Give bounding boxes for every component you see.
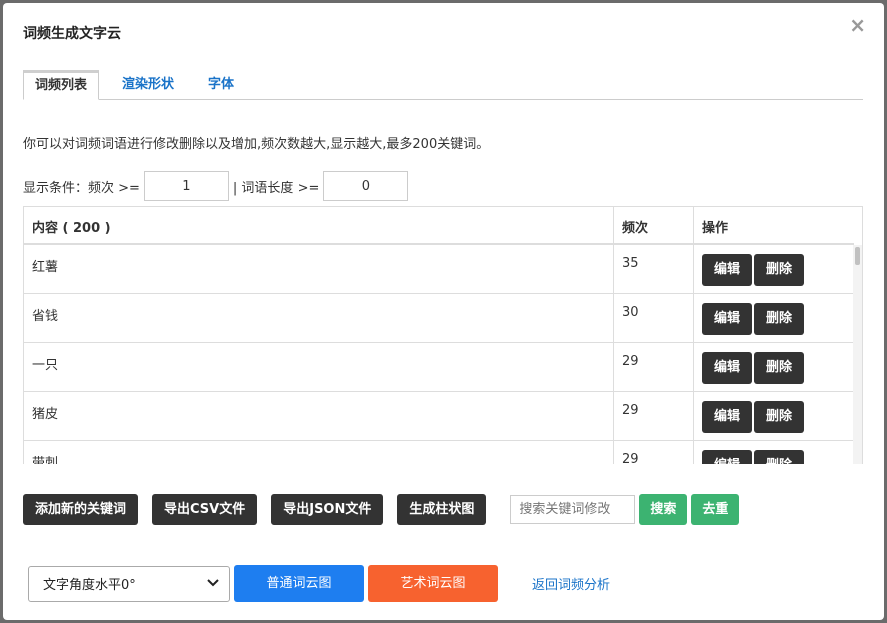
header-actions: 操作: [702, 221, 729, 236]
table-row: 带刺 29 编辑 删除: [24, 441, 854, 464]
delete-button[interactable]: 删除: [754, 401, 805, 433]
filter-bar: 显示条件：频次 >= | 词语长度 >=: [23, 171, 409, 201]
scrollbar-thumb[interactable]: [855, 247, 860, 265]
table-header: 内容 ( 200 ) 频次 操作: [24, 207, 854, 245]
row-actions: 编辑 删除: [694, 245, 854, 293]
row-actions: 编辑 删除: [694, 441, 854, 464]
normal-cloud-button[interactable]: 普通词云图: [234, 565, 364, 602]
tab-font[interactable]: 字体: [208, 70, 234, 100]
angle-select[interactable]: 文字角度水平0°: [28, 565, 230, 602]
row-word: 红薯: [24, 245, 614, 293]
edit-button[interactable]: 编辑: [702, 450, 753, 464]
tab-bar: 词频列表 渲染形状 字体: [23, 70, 863, 100]
tab-render-shape[interactable]: 渲染形状: [122, 70, 174, 100]
bottom-bar: 文字角度水平0° 普通词云图 艺术词云图 返回词频分析: [28, 565, 610, 602]
table-row: 红薯 35 编辑 删除: [24, 245, 854, 294]
row-frequency: 35: [614, 245, 694, 293]
table-row: 一只 29 编辑 删除: [24, 343, 854, 392]
row-word: 猪皮: [24, 392, 614, 440]
art-cloud-button[interactable]: 艺术词云图: [368, 565, 498, 602]
row-word: 省钱: [24, 294, 614, 342]
row-frequency: 29: [614, 441, 694, 464]
delete-button[interactable]: 删除: [754, 450, 805, 464]
length-filter-input[interactable]: [323, 171, 409, 201]
row-frequency: 29: [614, 392, 694, 440]
row-word: 一只: [24, 343, 614, 391]
header-content: 内容 ( 200 ): [24, 207, 614, 243]
add-keyword-button[interactable]: 添加新的关键词: [23, 494, 139, 525]
row-actions: 编辑 删除: [694, 343, 854, 391]
close-icon[interactable]: ×: [849, 13, 866, 37]
edit-button[interactable]: 编辑: [702, 303, 753, 335]
search-button[interactable]: 搜索: [639, 494, 688, 525]
row-word: 带刺: [24, 441, 614, 464]
export-json-button[interactable]: 导出JSON文件: [271, 494, 384, 525]
table-row: 省钱 30 编辑 删除: [24, 294, 854, 343]
edit-button[interactable]: 编辑: [702, 401, 753, 433]
row-actions: 编辑 删除: [694, 392, 854, 440]
export-csv-button[interactable]: 导出CSV文件: [152, 494, 258, 525]
word-table: 内容 ( 200 ) 频次 操作 红薯 35 编辑 删除 省钱 30 编辑 删除…: [23, 206, 863, 464]
back-to-analysis-link[interactable]: 返回词频分析: [532, 574, 610, 593]
angle-select-value: 文字角度水平0°: [43, 578, 136, 593]
delete-button[interactable]: 删除: [754, 254, 805, 286]
freq-filter-label: 显示条件：频次 >=: [23, 180, 140, 196]
freq-filter-input[interactable]: [143, 171, 229, 201]
search-input[interactable]: [510, 495, 636, 524]
delete-button[interactable]: 删除: [754, 303, 805, 335]
chevron-down-icon: [207, 576, 219, 591]
header-frequency: 频次: [614, 207, 694, 243]
table-scrollbar[interactable]: [853, 245, 862, 464]
row-actions: 编辑 删除: [694, 294, 854, 342]
length-filter-label: | 词语长度 >=: [232, 180, 320, 196]
tab-word-list[interactable]: 词频列表: [23, 70, 100, 100]
word-cloud-dialog: 词频生成文字云 × 词频列表 渲染形状 字体 你可以对词频词语进行修改删除以及增…: [3, 3, 884, 620]
row-frequency: 30: [614, 294, 694, 342]
dialog-title: 词频生成文字云: [23, 26, 121, 42]
delete-button[interactable]: 删除: [754, 352, 805, 384]
row-frequency: 29: [614, 343, 694, 391]
edit-button[interactable]: 编辑: [702, 352, 753, 384]
edit-button[interactable]: 编辑: [702, 254, 753, 286]
table-row: 猪皮 29 编辑 删除: [24, 392, 854, 441]
bar-chart-button[interactable]: 生成柱状图: [397, 494, 487, 525]
dedupe-button[interactable]: 去重: [691, 494, 740, 525]
description-text: 你可以对词频词语进行修改删除以及增加,频次数越大,显示越大,最多200关键词。: [23, 137, 490, 152]
action-bar: 添加新的关键词 导出CSV文件 导出JSON文件 生成柱状图 搜索 去重: [23, 494, 743, 525]
